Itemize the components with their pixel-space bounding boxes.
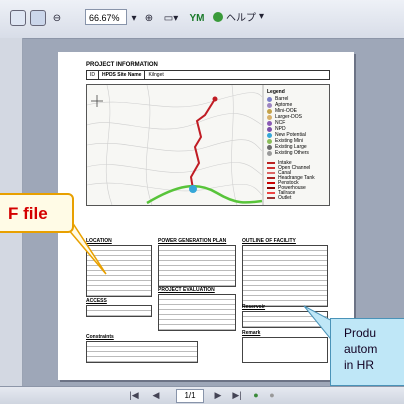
legend-larger-dos-icon	[267, 114, 272, 120]
first-page-icon[interactable]: |◀	[128, 389, 140, 401]
legend-outlet-icon	[267, 197, 275, 199]
project-evaluation-table	[158, 294, 236, 331]
next-page-icon[interactable]: ▶	[212, 389, 224, 401]
app-logo-icon[interactable]: YM	[188, 9, 206, 27]
legend-npd-icon	[267, 126, 272, 132]
id-label: ID	[87, 71, 99, 79]
legend-item: Existing Others	[267, 150, 309, 156]
legend-existing-large-icon	[267, 144, 272, 150]
outline-section: OUTLINE OF FACILITY	[242, 238, 328, 307]
legend-new-potential-icon	[267, 132, 272, 138]
north-arrow-icon	[91, 95, 103, 107]
help-button[interactable]: ヘルプ ▾	[213, 9, 264, 24]
last-page-icon[interactable]: ▶|	[230, 389, 244, 401]
constraints-heading: Constraints	[86, 334, 114, 340]
legend-headrange-tank-icon	[267, 177, 275, 179]
previous-page-icon[interactable]: ◀	[150, 389, 162, 401]
callout-produced: Produ autom in HR	[330, 318, 404, 386]
page-icon[interactable]	[10, 9, 26, 27]
zoom-dropdown-chevron-icon[interactable]: ▾	[129, 9, 139, 27]
page-title: PROJECT INFORMATION	[86, 62, 158, 68]
zoom-in-icon[interactable]: ⊕	[142, 9, 156, 27]
page-navigation-bar: |◀ ◀ 1/1 ▶ ▶| ● ●	[0, 386, 404, 404]
callout-produced-line: in HR	[344, 358, 375, 372]
callout-produced-line: Produ	[344, 326, 377, 340]
name-value: Kilnget	[148, 72, 164, 78]
grid-icon[interactable]	[30, 9, 46, 27]
select-tool-icon[interactable]: ▭▾	[162, 9, 180, 27]
legend-intake-icon	[267, 162, 275, 164]
site-map: Legend Barrel Aptome Mini-OOE Larger-DOS…	[86, 84, 330, 206]
powerhouse-marker	[189, 185, 197, 193]
zoom-out-icon[interactable]: ⊖	[50, 9, 64, 27]
help-icon	[213, 11, 223, 22]
back-view-icon[interactable]: ●	[250, 389, 262, 401]
project-evaluation-heading: PROJECT EVALUATION	[158, 287, 215, 293]
legend-existing-mini-icon	[267, 138, 272, 144]
power-heading: POWER GENERATION PLAN	[158, 238, 227, 244]
outline-heading: OUTLINE OF FACILITY	[242, 238, 296, 244]
callout-pdf-file-text: F file	[8, 204, 48, 223]
legend-aptome-icon	[267, 102, 272, 108]
page-number-indicator[interactable]: 1/1	[176, 389, 204, 403]
legend-existing-others-icon	[267, 150, 272, 156]
toolbar: ⊖ 66.67% ▾ ⊕ ▭▾ YM ヘルプ ▾	[0, 0, 404, 39]
legend-tailrace-icon	[267, 192, 275, 194]
outline-table	[242, 245, 328, 307]
help-chevron-icon: ▾	[259, 11, 265, 22]
legend-open-channel-icon	[267, 167, 275, 169]
river-line	[146, 185, 263, 205]
legend-penstock-icon	[267, 182, 275, 184]
legend-canal-icon	[267, 172, 275, 174]
constraints-table	[86, 341, 198, 363]
access-section: ACCESS	[86, 298, 152, 317]
legend-item: Outlet	[267, 195, 291, 201]
project-info-row: ID HPDS Site Name Kilnget	[86, 70, 330, 80]
legend-mini-ooe-icon	[267, 108, 272, 114]
power-table	[158, 245, 236, 287]
penstock-line	[189, 98, 216, 190]
project-evaluation-section: PROJECT EVALUATION	[158, 287, 236, 331]
intake-marker	[212, 96, 218, 102]
help-label: ヘルプ	[226, 13, 256, 24]
legend-powerhouse-icon	[267, 187, 275, 189]
legend-title: Legend	[267, 89, 285, 95]
power-section: POWER GENERATION PLAN	[158, 238, 236, 287]
access-table	[86, 305, 152, 317]
zoom-input[interactable]: 66.67%	[85, 9, 127, 25]
forward-view-icon[interactable]: ●	[266, 389, 278, 401]
name-label: HPDS Site Name	[99, 71, 146, 79]
legend-ncf-icon	[267, 120, 272, 126]
legend-barrel-icon	[267, 96, 272, 102]
access-heading: ACCESS	[86, 298, 107, 304]
callout-produced-line: autom	[344, 342, 378, 356]
constraints-section: Constraints	[86, 334, 198, 363]
callout-pdf-file: F file	[0, 193, 74, 233]
